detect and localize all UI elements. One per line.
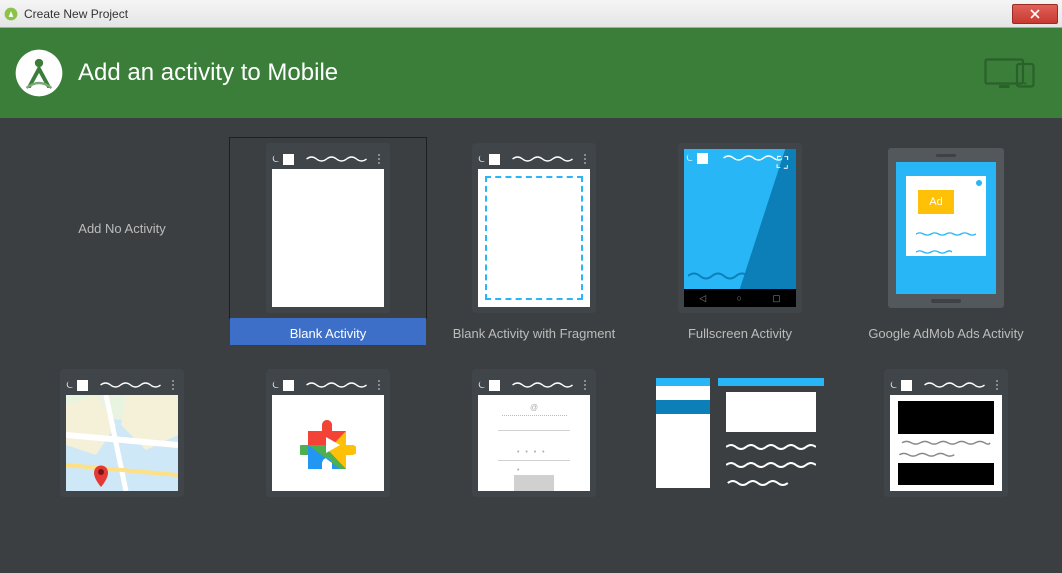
wizard-header: Add an activity to Mobile [0, 28, 1062, 118]
template-thumbnail: ⏾ [884, 369, 1008, 497]
template-thumbnail: ⏾ • • • • • [472, 369, 596, 497]
template-label: Blank Activity with Fragment [436, 318, 632, 345]
template-admob-activity[interactable]: Ad Google AdMob Ads Activity [848, 138, 1044, 345]
expand-icon: ⛶ [777, 155, 788, 173]
template-label: Add No Activity [78, 221, 165, 236]
ad-badge: Ad [918, 190, 954, 214]
page-title: Add an activity to Mobile [78, 59, 338, 87]
template-thumbnail: ⏾ [472, 143, 596, 313]
template-login-activity[interactable]: ⏾ • • • • • [436, 369, 632, 497]
template-thumbnail [656, 378, 824, 488]
close-icon [1030, 9, 1040, 19]
template-maps-activity[interactable]: ⏾ [24, 369, 220, 497]
template-thumbnail: ⏾ [60, 369, 184, 497]
template-label: Google AdMob Ads Activity [848, 318, 1044, 345]
template-thumbnail: Ad [888, 148, 1004, 308]
template-fullscreen-activity[interactable]: ⏾ ⛶ ◁○▢ Fullscreen Activity [642, 138, 838, 345]
template-add-no-activity[interactable]: Add No Activity [24, 138, 220, 345]
android-studio-logo [14, 48, 64, 98]
template-label: Fullscreen Activity [642, 318, 838, 345]
template-label: Blank Activity [230, 318, 426, 345]
puzzle-icon [300, 415, 356, 471]
templates-area: Add No Activity ⏾ Blank Activity [0, 118, 1062, 517]
template-scrolling-activity[interactable]: ⏾ [848, 369, 1044, 497]
template-thumbnail: ⏾ [266, 369, 390, 497]
template-thumbnail: ⏾ ⛶ ◁○▢ [678, 143, 802, 313]
devices-icon [984, 55, 1038, 91]
template-blank-activity[interactable]: ⏾ Blank Activity [230, 138, 426, 345]
template-play-services[interactable]: ⏾ [230, 369, 426, 497]
window-titlebar: Create New Project [0, 0, 1062, 28]
template-thumbnail: ⏾ [266, 143, 390, 313]
app-icon [4, 7, 18, 21]
template-blank-activity-fragment[interactable]: ⏾ Blank Activity with Fragment [436, 138, 632, 345]
window-title: Create New Project [24, 7, 128, 21]
template-master-detail[interactable] [642, 369, 838, 497]
close-button[interactable] [1012, 4, 1058, 24]
